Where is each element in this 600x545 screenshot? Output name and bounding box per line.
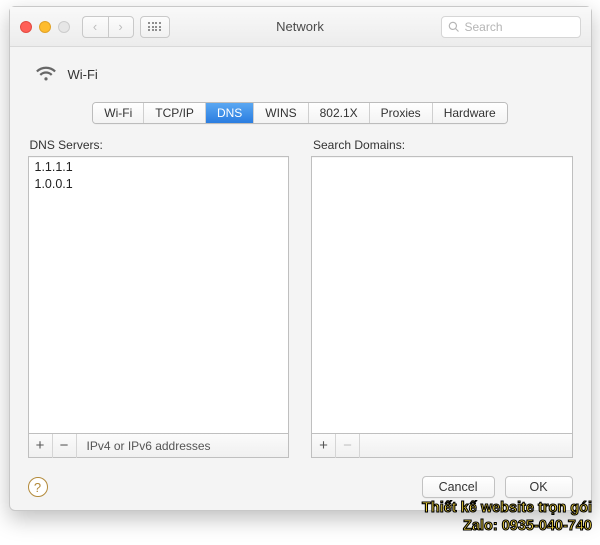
show-all-button[interactable]	[140, 16, 170, 38]
dns-server-entry[interactable]: 1.1.1.1	[35, 159, 283, 176]
search-domains-label: Search Domains:	[313, 138, 573, 152]
ok-button[interactable]: OK	[505, 476, 573, 498]
chevron-left-icon: ‹	[93, 19, 97, 34]
window-controls	[20, 21, 70, 33]
domain-remove-button: −	[336, 434, 360, 458]
search-domains-column: Search Domains: + −	[311, 138, 573, 458]
search-placeholder: Search	[465, 20, 503, 34]
grid-icon	[148, 22, 161, 31]
watermark-line2: Zalo: 0935-040-740	[422, 517, 592, 535]
search-domains-list[interactable]	[311, 156, 573, 434]
minimize-window-button[interactable]	[39, 21, 51, 33]
titlebar: ‹ › Network Search	[10, 7, 591, 47]
pane-body: Wi-Fi Wi-FiTCP/IPDNSWINS802.1XProxiesHar…	[10, 47, 591, 510]
watermark-line1: Thiết kế website trọn gói	[422, 499, 592, 517]
tab-802-1x[interactable]: 802.1X	[309, 103, 370, 123]
footer: ? Cancel OK	[28, 476, 573, 498]
tab-bar: Wi-FiTCP/IPDNSWINS802.1XProxiesHardware	[28, 102, 573, 124]
dns-add-button[interactable]: +	[29, 434, 53, 458]
help-button[interactable]: ?	[28, 477, 48, 497]
tab-dns[interactable]: DNS	[206, 103, 254, 123]
dns-list-footer: + − IPv4 or IPv6 addresses	[28, 434, 290, 458]
dns-server-entry[interactable]: 1.0.0.1	[35, 176, 283, 193]
tab-hardware[interactable]: Hardware	[433, 103, 507, 123]
cancel-button[interactable]: Cancel	[422, 476, 495, 498]
tab-tcp-ip[interactable]: TCP/IP	[144, 103, 206, 123]
wifi-icon	[34, 61, 58, 88]
back-button[interactable]: ‹	[82, 16, 108, 38]
dns-servers-column: DNS Servers: 1.1.1.11.0.0.1 + − IPv4 or …	[28, 138, 290, 458]
close-window-button[interactable]	[20, 21, 32, 33]
watermark: Thiết kế website trọn gói Zalo: 0935-040…	[422, 499, 592, 535]
dns-servers-label: DNS Servers:	[30, 138, 290, 152]
forward-button[interactable]: ›	[108, 16, 134, 38]
preferences-window: ‹ › Network Search Wi-Fi Wi-F	[9, 6, 592, 511]
columns: DNS Servers: 1.1.1.11.0.0.1 + − IPv4 or …	[28, 138, 573, 458]
dns-footer-text: IPv4 or IPv6 addresses	[77, 439, 211, 453]
service-header: Wi-Fi	[34, 61, 573, 88]
nav-buttons: ‹ ›	[82, 16, 134, 38]
dns-remove-button[interactable]: −	[53, 434, 77, 458]
service-name: Wi-Fi	[68, 67, 98, 82]
dns-servers-list[interactable]: 1.1.1.11.0.0.1	[28, 156, 290, 434]
tab-wins[interactable]: WINS	[254, 103, 308, 123]
domains-list-footer: + −	[311, 434, 573, 458]
tab-wi-fi[interactable]: Wi-Fi	[93, 103, 144, 123]
search-field[interactable]: Search	[441, 16, 581, 38]
tab-proxies[interactable]: Proxies	[370, 103, 433, 123]
domain-add-button[interactable]: +	[312, 434, 336, 458]
search-icon	[448, 21, 460, 33]
zoom-window-button	[58, 21, 70, 33]
chevron-right-icon: ›	[118, 19, 122, 34]
